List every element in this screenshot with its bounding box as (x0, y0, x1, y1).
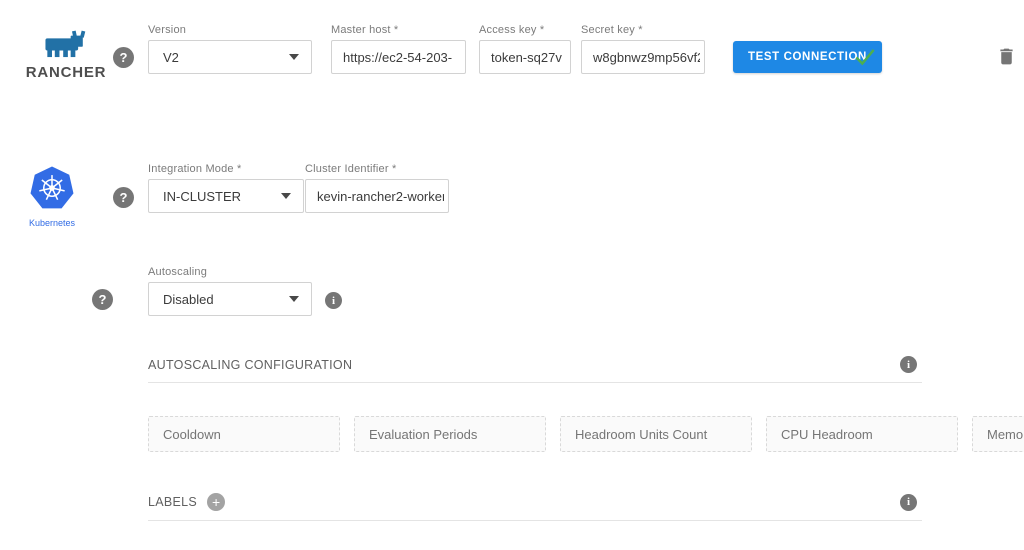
info-icon[interactable]: i (900, 356, 917, 373)
sections-container: AUTOSCALING CONFIGURATION i LABELS + i (148, 356, 922, 521)
master-host-input[interactable] (331, 40, 466, 74)
help-icon[interactable]: ? (92, 289, 113, 310)
connection-success-check-icon (852, 44, 878, 75)
add-label-button[interactable]: + (207, 493, 225, 511)
version-label: Version (148, 24, 312, 36)
autoscaling-selected-value: Disabled (163, 292, 214, 307)
autoscaling-field-group: Autoscaling Disabled (148, 266, 312, 316)
secret-key-field-group: Secret key * (581, 24, 705, 74)
cluster-identifier-field-group: Cluster Identifier * (305, 163, 449, 213)
kubernetes-label: Kubernetes (24, 218, 80, 228)
version-field-group: Version V2 (148, 24, 312, 74)
autoscaling-label: Autoscaling (148, 266, 312, 278)
labels-title-wrap: LABELS + (148, 493, 225, 511)
help-icon[interactable]: ? (113, 47, 134, 68)
chevron-down-icon (289, 54, 299, 60)
access-key-input[interactable] (479, 40, 571, 74)
secret-key-input[interactable] (581, 40, 705, 74)
rancher-logo: RANCHER (22, 30, 110, 81)
integration-mode-field-group: Integration Mode * IN-CLUSTER (148, 163, 304, 213)
rancher-bull-icon (43, 45, 89, 62)
headroom-units-count-input (560, 416, 752, 452)
cluster-identifier-label: Cluster Identifier * (305, 163, 449, 175)
help-icon[interactable]: ? (113, 187, 134, 208)
memory-headroom-input (972, 416, 1024, 452)
kubernetes-logo: Kubernetes (24, 166, 80, 228)
integration-mode-select[interactable]: IN-CLUSTER (148, 179, 304, 213)
autoscaling-select[interactable]: Disabled (148, 282, 312, 316)
master-host-field-group: Master host * (331, 24, 466, 74)
master-host-label: Master host * (331, 24, 466, 36)
autoscaling-configuration-title: AUTOSCALING CONFIGURATION (148, 358, 352, 372)
info-icon[interactable]: i (325, 292, 342, 309)
chevron-down-icon (281, 193, 291, 199)
cpu-headroom-input (766, 416, 958, 452)
autoscaling-config-fields-row (148, 416, 922, 452)
kubernetes-wheel-icon (29, 198, 75, 215)
access-key-label: Access key * (479, 24, 571, 36)
delete-integration-button[interactable] (996, 45, 1017, 73)
info-icon[interactable]: i (900, 494, 917, 511)
rancher-wordmark: RANCHER (22, 64, 110, 81)
integration-mode-label: Integration Mode * (148, 163, 304, 175)
labels-title: LABELS (148, 495, 197, 509)
chevron-down-icon (289, 296, 299, 302)
labels-header: LABELS + i (148, 493, 922, 521)
secret-key-label: Secret key * (581, 24, 705, 36)
autoscaling-configuration-header: AUTOSCALING CONFIGURATION i (148, 356, 922, 383)
integration-settings-page: RANCHER ? Version V2 Master host * Acces… (0, 0, 1024, 550)
cluster-identifier-input[interactable] (305, 179, 449, 213)
access-key-field-group: Access key * (479, 24, 571, 74)
version-selected-value: V2 (163, 50, 179, 65)
cooldown-input (148, 416, 340, 452)
version-select[interactable]: V2 (148, 40, 312, 74)
integration-mode-selected-value: IN-CLUSTER (163, 189, 241, 204)
evaluation-periods-input (354, 416, 546, 452)
